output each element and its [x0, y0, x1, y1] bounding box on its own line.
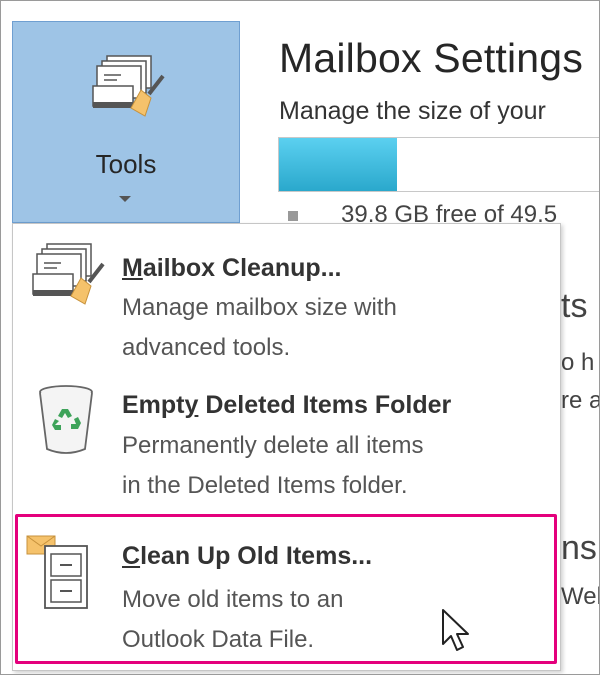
mailbox-usage-fill	[279, 138, 398, 191]
outlook-backstage: Tools Mailbox Settings Manage the size o…	[0, 0, 600, 675]
peek-text-1: o h	[561, 349, 595, 376]
chevron-down-icon	[119, 196, 131, 202]
peek-heading-2: ns	[561, 529, 597, 567]
menu-item-description: Permanently delete all items in the Dele…	[122, 426, 542, 506]
peek-heading-1: ts	[561, 287, 588, 325]
tools-button[interactable]: Tools	[12, 21, 240, 223]
menu-item-empty-deleted-items[interactable]: Empty Deleted Items Folder Permanently d…	[13, 379, 560, 519]
description-line: Manage mailbox size with	[122, 294, 397, 321]
mailbox-cleanup-icon	[89, 52, 169, 137]
highlight-outline	[15, 514, 557, 664]
mouse-pointer-icon	[441, 608, 471, 659]
peek-text-3: Wel	[561, 583, 600, 610]
page-title: Mailbox Settings	[279, 35, 584, 81]
mailbox-cleanup-icon	[29, 240, 109, 325]
page-subtitle: Manage the size of your	[279, 97, 546, 125]
peek-text-2: re a	[561, 387, 600, 414]
description-line: in the Deleted Items folder.	[122, 472, 408, 499]
menu-item-description: Manage mailbox size with advanced tools.	[122, 288, 542, 368]
menu-item-title-text: ailbox Cleanup...	[142, 254, 342, 282]
menu-item-title: Mailbox Cleanup...	[122, 254, 341, 283]
mnemonic-letter: y	[184, 391, 199, 419]
description-line: Permanently delete all items	[122, 432, 424, 459]
menu-item-title: Empty Deleted Items Folder	[122, 391, 451, 420]
menu-item-title-text: Empt	[122, 391, 185, 419]
menu-item-title-text: Deleted Items Folder	[198, 391, 452, 419]
menu-item-mailbox-cleanup[interactable]: Mailbox Cleanup... Manage mailbox size w…	[13, 234, 560, 374]
usage-legend-swatch	[288, 211, 298, 221]
tools-label: Tools	[95, 149, 157, 179]
mailbox-usage-bar	[278, 137, 599, 192]
description-line: advanced tools.	[122, 334, 291, 361]
recycle-bin-icon	[35, 383, 97, 462]
mnemonic-letter: M	[122, 254, 143, 282]
